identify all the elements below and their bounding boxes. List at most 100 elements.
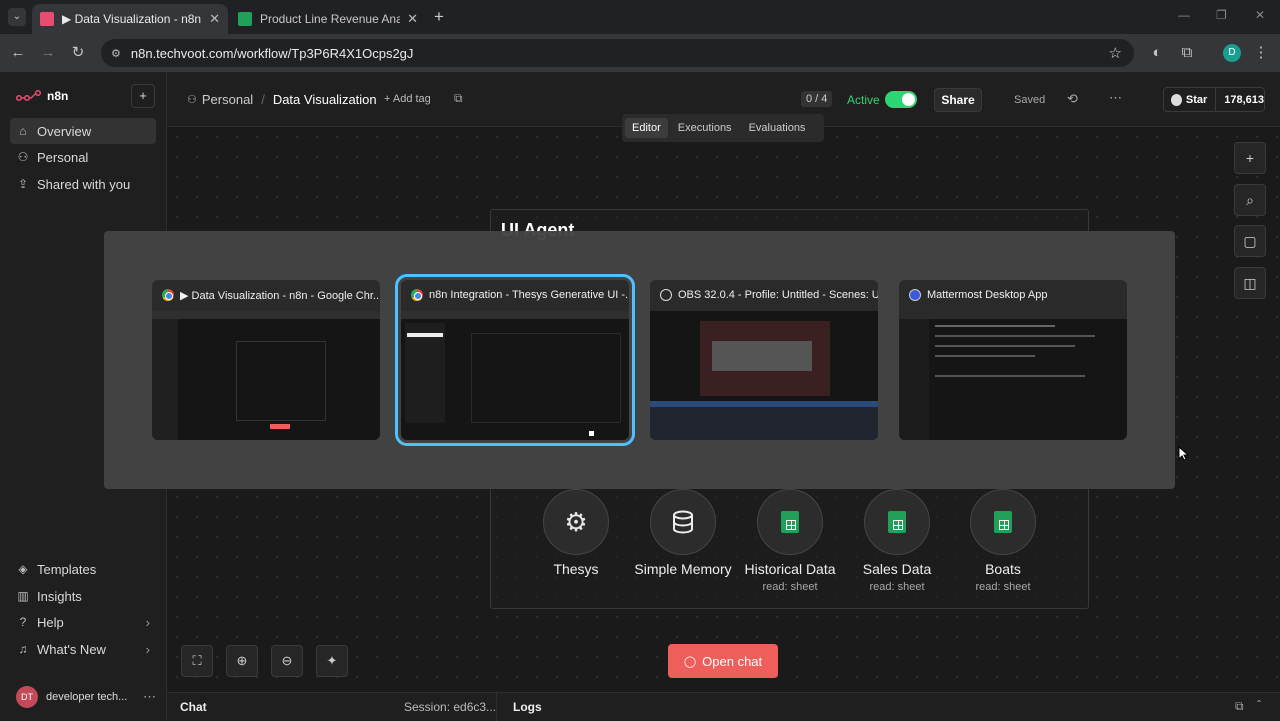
window-thumbnail — [650, 311, 878, 440]
user-menu[interactable]: DT developer tech... ⋯ — [16, 685, 156, 709]
minimize-icon[interactable]: — — [1178, 8, 1190, 22]
forward-icon[interactable]: → — [38, 43, 58, 63]
database-icon — [673, 510, 693, 534]
n8n-logo-icon — [16, 89, 42, 102]
chart-icon: ▥ — [17, 589, 29, 603]
workflow-header: ⚇ Personal / Data Visualization + Add ta… — [167, 72, 1280, 142]
node-sales-data[interactable] — [864, 489, 930, 555]
node-title: Simple Memory — [634, 561, 732, 577]
panel-toggle-icon[interactable]: ◫ — [1234, 267, 1266, 299]
workflow-name[interactable]: Data Visualization — [273, 92, 377, 107]
user-icon: ⚇ — [17, 150, 29, 164]
sidebar-item-overview[interactable]: ⌂ Overview — [10, 118, 156, 144]
tab-executions[interactable]: Executions — [671, 118, 739, 138]
sidebar-item-insights[interactable]: ▥ Insights — [10, 583, 156, 609]
sidebar-item-shared[interactable]: ⇪ Shared with you — [10, 171, 156, 197]
close-tab-icon[interactable]: ✕ — [407, 11, 418, 27]
browser-tab-sheets[interactable]: Product Line Revenue Analysis ✕ — [230, 4, 426, 34]
node-simple-memory[interactable] — [650, 489, 716, 555]
tab-evaluations[interactable]: Evaluations — [742, 118, 813, 138]
node-subtitle: read: sheet — [975, 581, 1031, 593]
open-chat-button[interactable]: ◯ Open chat — [668, 644, 778, 678]
sidebar-item-personal[interactable]: ⚇ Personal — [10, 144, 156, 170]
node-thesys[interactable]: ⚙ — [543, 489, 609, 555]
more-icon[interactable]: ⋯ — [143, 689, 156, 705]
sheets-icon — [888, 511, 906, 533]
node-boats[interactable] — [970, 489, 1036, 555]
zoom-out-icon[interactable]: ⊖ — [271, 645, 303, 677]
tab-editor[interactable]: Editor — [625, 118, 668, 138]
window-card-mattermost[interactable]: Mattermost Desktop App — [899, 280, 1127, 440]
window-title: ▶ Data Visualization - n8n - Google Chr.… — [180, 289, 380, 302]
active-toggle[interactable] — [885, 91, 917, 108]
mouse-cursor — [1178, 445, 1190, 464]
browser-tab-n8n[interactable]: ▶ Data Visualization - n8n ✕ — [32, 4, 228, 34]
external-link-icon[interactable]: ⧉ — [454, 91, 463, 106]
popout-icon[interactable]: ⧉ — [1235, 699, 1244, 714]
sidebar-item-label: What's New — [37, 641, 106, 657]
tab-label: ▶ Data Visualization - n8n — [62, 12, 202, 26]
bell-icon: ♫ — [18, 642, 28, 656]
openai-icon: ⚙ — [564, 506, 588, 537]
node-title: Historical Data — [744, 561, 836, 577]
github-divider — [1215, 87, 1217, 112]
share-icon: ⇪ — [17, 177, 29, 191]
avatar: DT — [16, 686, 38, 708]
active-label: Active — [847, 93, 880, 107]
breadcrumb-project[interactable]: Personal — [202, 92, 253, 107]
add-node-button[interactable]: + — [1234, 142, 1266, 174]
close-tab-icon[interactable]: ✕ — [209, 11, 220, 27]
github-star-label: Star — [1185, 93, 1208, 106]
sticky-note-icon[interactable]: ▢ — [1234, 225, 1266, 257]
profile-avatar[interactable]: D — [1223, 44, 1241, 62]
sidebar-item-templates[interactable]: ◈ Templates — [10, 556, 156, 582]
sheets-icon — [781, 511, 799, 533]
help-icon: ? — [19, 615, 27, 629]
home-icon: ⌂ — [19, 124, 27, 138]
browser-tab-strip: ⌄ ▶ Data Visualization - n8n ✕ Product L… — [0, 0, 1280, 34]
node-historical-data[interactable] — [757, 489, 823, 555]
tab-list-dropdown-icon[interactable]: ⌄ — [8, 8, 26, 26]
window-card-chrome-n8n[interactable]: ▶ Data Visualization - n8n - Google Chr.… — [152, 280, 380, 440]
site-info-icon[interactable]: ⚙ — [111, 47, 121, 60]
toggle-knob — [902, 93, 915, 106]
extension-icon[interactable]: ◐ — [1147, 43, 1167, 63]
zoom-in-icon[interactable]: ⊕ — [226, 645, 258, 677]
extensions-puzzle-icon[interactable]: ⧉ — [1177, 43, 1197, 63]
reload-icon[interactable]: ↻ — [68, 43, 88, 63]
fit-view-icon[interactable]: ⛶ — [181, 645, 213, 677]
saved-status: Saved — [1014, 94, 1046, 106]
github-star-button[interactable]: Star 178,613 — [1163, 87, 1265, 112]
search-icon[interactable]: ⌕ — [1234, 184, 1266, 216]
history-icon[interactable]: ⟲ — [1067, 91, 1078, 107]
bar-divider — [496, 693, 497, 721]
chat-tab[interactable]: Chat — [180, 700, 207, 714]
bookmark-star-icon[interactable]: ☆ — [1109, 44, 1122, 62]
new-tab-icon[interactable]: + — [434, 7, 452, 27]
window-close-icon[interactable]: ✕ — [1255, 8, 1265, 22]
address-bar[interactable]: ⚙ n8n.techvoot.com/workflow/Tp3P6R4X1Ocp… — [101, 39, 1134, 67]
maximize-icon[interactable]: ❐ — [1216, 8, 1227, 22]
n8n-favicon-icon — [40, 12, 54, 26]
chevron-up-icon[interactable]: ˆ — [1257, 698, 1261, 712]
window-thumbnail — [899, 311, 1127, 440]
window-switcher: ▶ Data Visualization - n8n - Google Chr.… — [104, 231, 1175, 489]
sidebar-item-help[interactable]: ? Help › — [10, 609, 156, 635]
node-title: Boats — [985, 561, 1021, 577]
url-text: n8n.techvoot.com/workflow/Tp3P6R4X1Ocps2… — [130, 45, 414, 61]
add-button[interactable]: + — [131, 84, 155, 108]
tidy-up-icon[interactable]: ✦ — [316, 645, 348, 677]
add-tag-button[interactable]: + Add tag — [384, 93, 431, 105]
logs-tab[interactable]: Logs — [513, 700, 542, 714]
share-button[interactable]: Share — [934, 88, 982, 112]
window-card-obs[interactable]: OBS 32.0.4 - Profile: Untitled - Scenes:… — [650, 280, 878, 440]
breadcrumb-separator: / — [261, 92, 265, 107]
back-icon[interactable]: ← — [8, 43, 28, 63]
obs-icon — [660, 289, 672, 301]
more-options-icon[interactable]: ⋯ — [1109, 90, 1122, 106]
sidebar-item-whats-new[interactable]: ♫ What's New › — [10, 636, 156, 662]
window-card-chrome-thesys[interactable]: n8n Integration - Thesys Generative UI -… — [395, 274, 635, 446]
browser-menu-icon[interactable]: ⋮ — [1251, 43, 1271, 63]
session-id: Session: ed6c3... — [404, 700, 497, 714]
workflow-counter: 0 / 4 — [801, 91, 833, 107]
